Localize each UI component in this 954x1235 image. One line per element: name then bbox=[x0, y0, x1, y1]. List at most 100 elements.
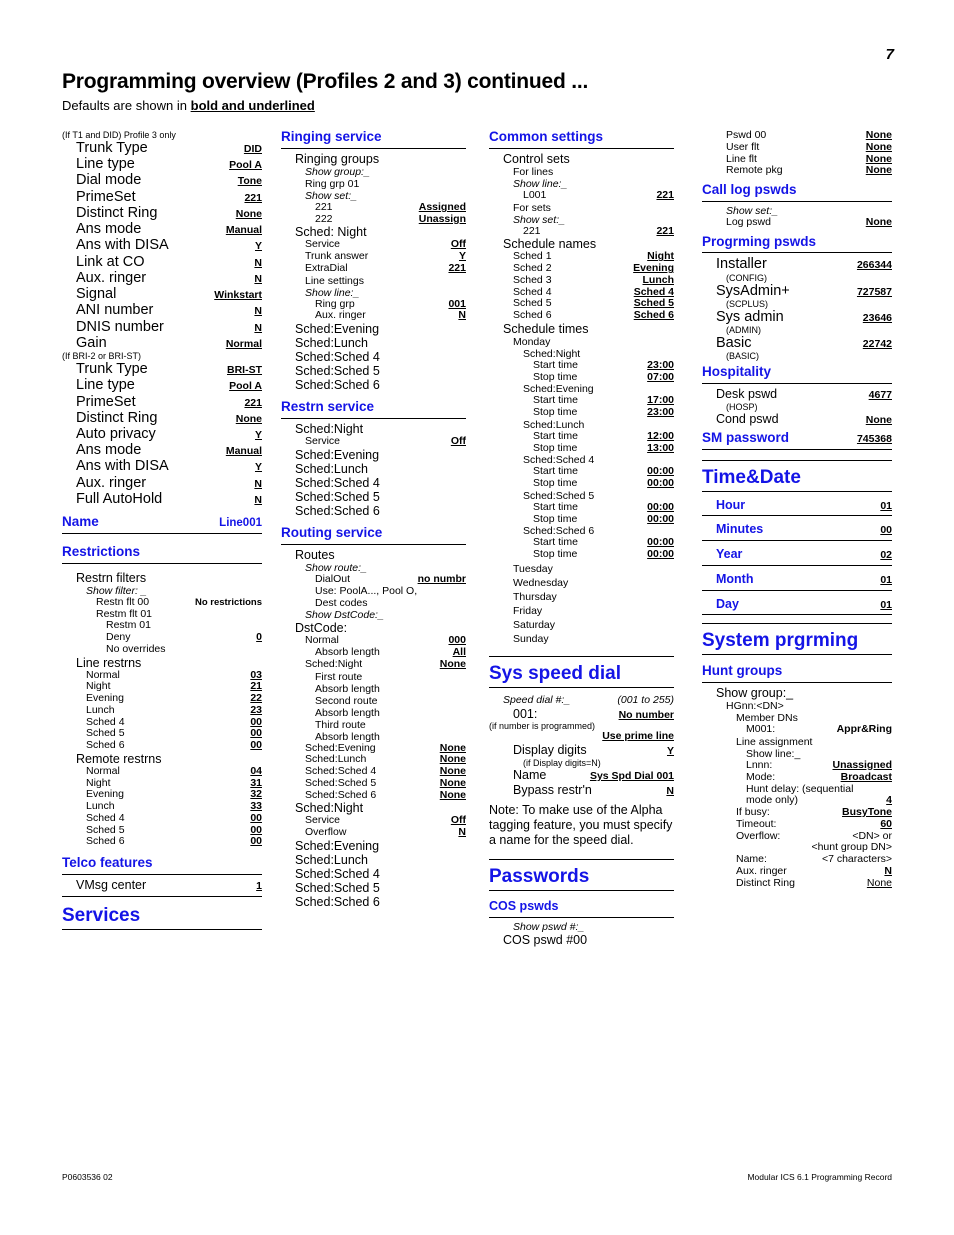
table-row: Display digits Y bbox=[489, 743, 674, 758]
row-value: None bbox=[235, 412, 262, 425]
divider bbox=[702, 490, 892, 492]
route-detail: First route bbox=[315, 670, 363, 683]
row-label: Restn flt 00 bbox=[96, 595, 150, 608]
hunt-groups-heading: Hunt groups bbox=[702, 663, 783, 679]
dstcode-title: DstCode: bbox=[295, 621, 348, 636]
divider bbox=[702, 564, 892, 566]
row-value: N bbox=[254, 256, 262, 269]
section-name: Name Line001 bbox=[62, 514, 262, 530]
table-row: Ans mode Manual bbox=[62, 221, 262, 237]
row-value: No restrictions bbox=[194, 596, 262, 608]
table-row: Start time 12:00 bbox=[489, 430, 674, 443]
table-row: User flt None bbox=[702, 141, 892, 154]
row-label: Overflow bbox=[305, 826, 347, 839]
table-row: Aux. ringer N bbox=[62, 270, 262, 286]
row-label: No overrides bbox=[106, 642, 166, 655]
row-value: 00 bbox=[880, 524, 892, 537]
divider bbox=[281, 417, 466, 419]
row-value: N bbox=[254, 272, 262, 285]
page-title: Programming overview (Profiles 2 and 3) … bbox=[62, 70, 589, 93]
row-label: Start time bbox=[533, 500, 578, 513]
row-value: N bbox=[666, 784, 674, 797]
progrming-pswds-heading: Progrming pswds bbox=[702, 233, 817, 249]
table-row: Installer 266344 bbox=[702, 256, 892, 272]
ring-sched-item: Sched:Evening bbox=[295, 322, 380, 337]
line-assignment-label: Line assignment bbox=[736, 735, 813, 748]
row-label: Lnnn: bbox=[746, 758, 773, 771]
table-row: Restm 01 bbox=[62, 620, 262, 632]
row-value: 01 bbox=[880, 598, 892, 611]
row-value: 22742 bbox=[862, 338, 892, 351]
row-label: Service bbox=[305, 434, 341, 447]
row-label: DNIS number bbox=[76, 318, 164, 335]
row-value: 266344 bbox=[856, 259, 892, 272]
divider bbox=[702, 448, 892, 450]
use-prime-line-value: Use prime line bbox=[602, 730, 674, 743]
row-label: Cond pswd bbox=[716, 411, 779, 426]
row-label: Normal bbox=[86, 764, 120, 777]
route-detail: Second route bbox=[315, 694, 378, 707]
table-row: Signal Winkstart bbox=[62, 286, 262, 302]
system-prgrming-heading: System prgrming bbox=[702, 630, 859, 652]
show-line-prompt: Show line:_ bbox=[305, 286, 360, 299]
table-row: L001 221 bbox=[489, 189, 674, 202]
page-subtitle: Defaults are shown in bold and underline… bbox=[62, 98, 315, 113]
day-item: Friday bbox=[513, 604, 543, 617]
row-value: 00:00 bbox=[647, 548, 674, 561]
ring-sched-item: Sched:Sched 5 bbox=[295, 364, 380, 379]
row-value: Lunch bbox=[642, 273, 675, 286]
hospitality-heading: Hospitality bbox=[702, 364, 772, 380]
row-label: Day bbox=[716, 596, 739, 611]
row-value: 23 bbox=[250, 703, 262, 716]
table-row: Sched 6 Sched 6 bbox=[489, 309, 674, 322]
divider bbox=[489, 859, 674, 861]
show-filter-prompt: Show filter: _ bbox=[86, 584, 147, 597]
restrn-sched-item: Sched:Sched 5 bbox=[295, 489, 380, 504]
row-label: Timeout: bbox=[736, 817, 777, 830]
table-row: Log pswd None bbox=[702, 216, 892, 229]
table-row: Use prime line bbox=[489, 731, 674, 743]
row-label: Sys admin bbox=[716, 308, 784, 325]
day-item: Wednesday bbox=[513, 576, 569, 589]
subtitle-bold: bold and underlined bbox=[190, 98, 315, 113]
row-label: Auto privacy bbox=[76, 425, 156, 442]
footer-doc-title: Modular ICS 6.1 Programming Record bbox=[747, 1172, 892, 1182]
time-date-heading: Time&Date bbox=[702, 466, 801, 488]
row-label: Distinct Ring bbox=[76, 204, 158, 221]
row-label: DialOut bbox=[315, 572, 351, 585]
table-row: Ans with DISA Y bbox=[62, 458, 262, 474]
row-value: 00:00 bbox=[647, 477, 674, 490]
divider bbox=[489, 655, 674, 657]
row-value: Assigned bbox=[418, 200, 466, 213]
services-heading: Services bbox=[62, 904, 141, 926]
row-value: 745368 bbox=[856, 432, 892, 445]
overflow-sched-item: Sched:Sched 6 bbox=[295, 894, 380, 909]
show-group-prompt: Show group:_ bbox=[305, 165, 370, 178]
routes-title: Routes bbox=[295, 547, 335, 562]
row-label: Pswd 00 bbox=[726, 129, 767, 141]
line-restrns-title: Line restrns bbox=[76, 655, 142, 670]
row-value: 01 bbox=[880, 499, 892, 512]
row-value: 23:00 bbox=[647, 358, 674, 371]
dest-codes-text: Dest codes bbox=[315, 597, 368, 610]
row-label: 222 bbox=[315, 212, 333, 225]
day-monday: Monday bbox=[513, 335, 551, 348]
row-value: Manual bbox=[225, 224, 262, 237]
row-label: Trunk Type bbox=[76, 140, 148, 156]
table-row: Lunch 23 bbox=[62, 703, 262, 717]
speed-dial-prompt: Speed dial #:_ bbox=[503, 693, 571, 706]
row-label: Sched:Night bbox=[305, 657, 363, 670]
divider bbox=[62, 533, 262, 535]
page-number: 7 bbox=[885, 46, 894, 63]
call-log-pswds-heading: Call log pswds bbox=[702, 182, 797, 197]
row-label: 001: bbox=[513, 706, 538, 721]
speed-dial-prompt-row: Speed dial #:_ (001 to 255) bbox=[489, 693, 674, 707]
table-row: Day 01 bbox=[702, 596, 892, 612]
table-row: Name Sys Spd Dial 001 bbox=[489, 768, 674, 783]
table-row: Full AutoHold N bbox=[62, 491, 262, 507]
row-value: Off bbox=[450, 434, 466, 447]
day-item: Thursday bbox=[513, 590, 557, 603]
row-label: 221 bbox=[315, 200, 333, 213]
table-row: ANI number N bbox=[62, 302, 262, 318]
table-row: If busy: BusyTone bbox=[702, 806, 892, 819]
